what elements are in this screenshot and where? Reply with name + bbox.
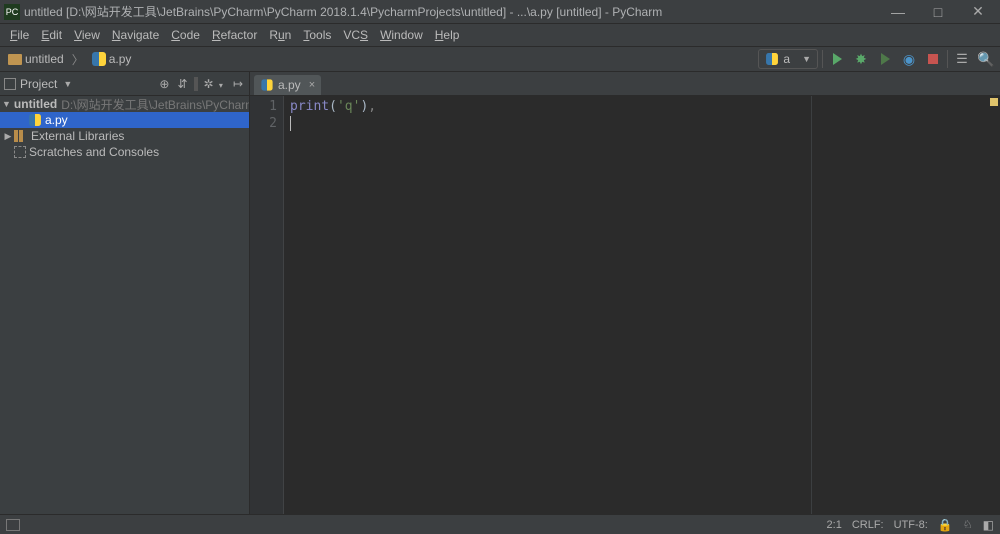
menu-tools[interactable]: Tools: [297, 26, 337, 44]
menu-refactor[interactable]: Refactor: [206, 26, 263, 44]
chevron-down-icon: ▼: [794, 54, 811, 64]
folder-icon: [8, 54, 22, 65]
chevron-right-icon: 〉: [70, 51, 86, 68]
line-number[interactable]: 2: [250, 115, 277, 132]
run-config-label: a: [783, 52, 790, 66]
code-line[interactable]: [290, 115, 996, 132]
tool-windows-toggle[interactable]: [6, 519, 20, 531]
tool-settings-button[interactable]: ✲ ▾: [202, 77, 227, 91]
ide-feedback-icon[interactable]: ◧: [983, 518, 994, 532]
scratch-icon: [14, 146, 26, 158]
code-line[interactable]: print('q'),: [290, 98, 996, 115]
play-shield-icon: [881, 53, 890, 65]
project-structure-button[interactable]: ☰: [952, 49, 972, 69]
status-caret-position[interactable]: 2:1: [827, 519, 842, 531]
python-file-icon: [261, 79, 272, 90]
search-everywhere-button[interactable]: 🔍: [976, 49, 996, 69]
editor-panel: a.py × 1 2 print('q'),: [250, 72, 1000, 514]
globe-icon: ◉: [903, 51, 915, 68]
run-config-selector[interactable]: a ▼: [758, 49, 818, 69]
text-cursor: [290, 116, 291, 131]
collapse-arrow-icon[interactable]: ▼: [2, 99, 11, 109]
breadcrumb-project[interactable]: untitled: [4, 50, 68, 68]
main-menu: File Edit View Navigate Code Refactor Ru…: [0, 24, 1000, 46]
tree-external-libraries[interactable]: ▶ External Libraries: [0, 128, 249, 144]
python-file-icon: [29, 114, 41, 126]
tree-scratches[interactable]: Scratches and Consoles: [0, 144, 249, 160]
project-tool-window: Project ▼ ⊕ ⇵ ✲ ▾ ↦ ▼ untitled D:\网站开发工具…: [0, 72, 250, 514]
list-icon: ☰: [956, 51, 968, 67]
menu-vcs[interactable]: VCS: [337, 26, 374, 44]
separator: [194, 77, 198, 91]
search-icon: 🔍: [977, 51, 994, 68]
menu-help[interactable]: Help: [429, 26, 466, 44]
window-title: untitled [D:\网站开发工具\JetBrains\PyCharm\Py…: [24, 3, 878, 20]
tree-root-label: untitled: [11, 97, 57, 111]
menu-edit[interactable]: Edit: [35, 26, 68, 44]
expand-arrow-icon[interactable]: ▶: [2, 131, 14, 142]
scroll-from-source-button[interactable]: ⊕: [157, 77, 171, 91]
right-margin-line: [811, 96, 812, 514]
status-line-separator[interactable]: CRLF:: [852, 519, 884, 531]
collapse-all-button[interactable]: ⇵: [175, 77, 189, 91]
separator: [822, 50, 823, 68]
tree-root-path: D:\网站开发工具\JetBrains\PyCharm\Pychar: [57, 96, 249, 113]
stop-button[interactable]: [923, 49, 943, 69]
readonly-toggle-icon[interactable]: 🔒: [938, 518, 953, 532]
tree-file-label: a.py: [42, 113, 68, 127]
code-editor[interactable]: 1 2 print('q'),: [250, 96, 1000, 514]
python-file-icon: [92, 52, 106, 66]
chevron-down-icon: ▼: [63, 79, 72, 89]
editor-tab-label: a.py: [278, 78, 301, 92]
debug-button[interactable]: ✸: [851, 49, 871, 69]
breadcrumb: untitled 〉 a.py: [4, 50, 135, 68]
close-tab-button[interactable]: ×: [305, 79, 315, 91]
tree-scratch-label: Scratches and Consoles: [26, 145, 159, 159]
project-view-label: Project: [20, 77, 57, 91]
menu-run[interactable]: Run: [263, 26, 297, 44]
status-encoding[interactable]: UTF-8:: [894, 519, 928, 531]
minimize-button[interactable]: —: [878, 0, 918, 24]
tree-root[interactable]: ▼ untitled D:\网站开发工具\JetBrains\PyCharm\P…: [0, 96, 249, 112]
python-icon: [766, 53, 778, 65]
menu-file[interactable]: File: [4, 26, 35, 44]
app-icon: PC: [4, 4, 20, 20]
menu-view[interactable]: View: [68, 26, 106, 44]
library-icon: [14, 130, 28, 142]
breadcrumb-file-label: a.py: [109, 52, 132, 66]
menu-code[interactable]: Code: [165, 26, 206, 44]
tree-file-selected[interactable]: a.py: [0, 112, 249, 128]
status-bar: 2:1 CRLF: UTF-8: 🔒 ♘ ◧: [0, 514, 1000, 534]
play-icon: [833, 53, 842, 65]
menu-navigate[interactable]: Navigate: [106, 26, 165, 44]
inspection-indicator-icon[interactable]: ♘: [963, 518, 973, 531]
run-coverage-button[interactable]: [875, 49, 895, 69]
profile-button[interactable]: ◉: [899, 49, 919, 69]
warning-stripe-marker[interactable]: [990, 98, 998, 106]
project-view-selector[interactable]: Project ▼: [4, 77, 72, 91]
menu-window[interactable]: Window: [374, 26, 429, 44]
code-content[interactable]: print('q'),: [284, 96, 1000, 514]
editor-tab-a-py[interactable]: a.py ×: [254, 75, 321, 95]
hide-tool-button[interactable]: ↦: [231, 77, 245, 91]
run-button[interactable]: [827, 49, 847, 69]
breadcrumb-project-label: untitled: [25, 52, 64, 66]
project-icon: [4, 78, 16, 90]
tree-ext-lib-label: External Libraries: [28, 129, 124, 143]
line-number[interactable]: 1: [250, 98, 277, 115]
navigation-bar: untitled 〉 a.py a ▼ ✸ ◉ ☰ 🔍: [0, 46, 1000, 72]
project-tree[interactable]: ▼ untitled D:\网站开发工具\JetBrains\PyCharm\P…: [0, 96, 249, 514]
stop-icon: [928, 54, 938, 64]
maximize-button[interactable]: □: [918, 0, 958, 24]
close-window-button[interactable]: ✕: [958, 0, 998, 24]
breadcrumb-file[interactable]: a.py: [88, 50, 136, 68]
bug-icon: ✸: [855, 51, 867, 68]
editor-tabs: a.py ×: [250, 72, 1000, 96]
window-titlebar: PC untitled [D:\网站开发工具\JetBrains\PyCharm…: [0, 0, 1000, 24]
line-number-gutter[interactable]: 1 2: [250, 96, 284, 514]
separator: [947, 50, 948, 68]
